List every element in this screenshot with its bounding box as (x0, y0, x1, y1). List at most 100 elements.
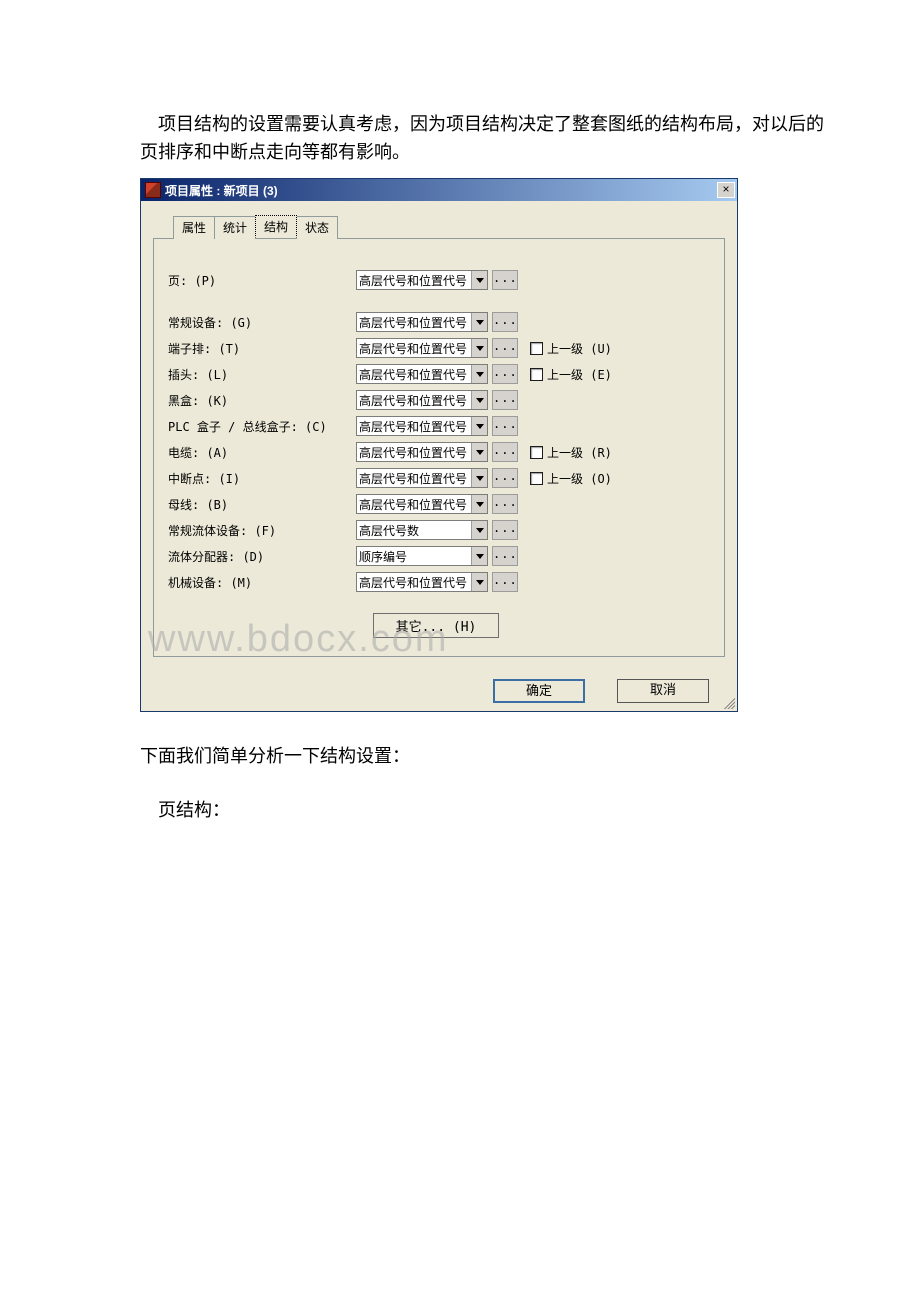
combo-mechanical-value: 高层代号和位置代号 (357, 573, 471, 591)
tab-properties[interactable]: 属性 (173, 216, 215, 239)
app-icon (145, 182, 161, 198)
cancel-button[interactable]: 取消 (617, 679, 709, 703)
resize-grip-icon[interactable] (721, 695, 735, 709)
browse-blackbox[interactable]: ... (492, 390, 518, 410)
label-page: 页: (P) (168, 272, 356, 289)
tab-strip: 属性 统计 结构 状态 (173, 215, 725, 238)
upper-cable-label: 上一级 (R) (547, 444, 612, 461)
dropdown-icon[interactable] (471, 573, 487, 591)
browse-busbar[interactable]: ... (492, 494, 518, 514)
row-general-device: 常规设备: (G) 高层代号和位置代号 ... (168, 309, 704, 335)
dialog-footer: 确定 取消 (141, 665, 737, 711)
combo-plc-box-value: 高层代号和位置代号 (357, 417, 471, 435)
label-busbar: 母线: (B) (168, 496, 356, 513)
browse-interruption[interactable]: ... (492, 468, 518, 488)
tab-status[interactable]: 状态 (296, 216, 338, 239)
combo-interruption-value: 高层代号和位置代号 (357, 469, 471, 487)
combo-fluid-device[interactable]: 高层代号数 (356, 520, 488, 540)
browse-plug[interactable]: ... (492, 364, 518, 384)
project-properties-dialog: 项目属性 : 新项目 (3) × 属性 统计 结构 状态 页: (P) 高层代号… (140, 178, 738, 712)
browse-terminal-strip[interactable]: ... (492, 338, 518, 358)
row-mechanical: 机械设备: (M) 高层代号和位置代号 ... (168, 569, 704, 595)
row-cable: 电缆: (A) 高层代号和位置代号 ... 上一级 (R) (168, 439, 704, 465)
combo-general-device-value: 高层代号和位置代号 (357, 313, 471, 331)
browse-fluid-distributor[interactable]: ... (492, 546, 518, 566)
label-mechanical: 机械设备: (M) (168, 574, 356, 591)
dropdown-icon[interactable] (471, 417, 487, 435)
combo-fluid-distributor-value: 顺序编号 (357, 547, 471, 565)
combo-page[interactable]: 高层代号和位置代号 (356, 270, 488, 290)
upper-interruption-label: 上一级 (O) (547, 470, 612, 487)
browse-general-device[interactable]: ... (492, 312, 518, 332)
dropdown-icon[interactable] (471, 521, 487, 539)
combo-general-device[interactable]: 高层代号和位置代号 (356, 312, 488, 332)
combo-terminal-strip[interactable]: 高层代号和位置代号 (356, 338, 488, 358)
titlebar: 项目属性 : 新项目 (3) × (141, 179, 737, 201)
row-interruption: 中断点: (I) 高层代号和位置代号 ... 上一级 (O) (168, 465, 704, 491)
upper-cable[interactable]: 上一级 (R) (530, 444, 612, 461)
row-terminal-strip: 端子排: (T) 高层代号和位置代号 ... 上一级 (U) (168, 335, 704, 361)
dropdown-icon[interactable] (471, 547, 487, 565)
combo-busbar[interactable]: 高层代号和位置代号 (356, 494, 488, 514)
label-fluid-device: 常规流体设备: (F) (168, 522, 356, 539)
row-blackbox: 黑盒: (K) 高层代号和位置代号 ... (168, 387, 704, 413)
combo-plug-value: 高层代号和位置代号 (357, 365, 471, 383)
browse-plc-box[interactable]: ... (492, 416, 518, 436)
combo-cable-value: 高层代号和位置代号 (357, 443, 471, 461)
label-general-device: 常规设备: (G) (168, 314, 356, 331)
label-interruption: 中断点: (I) (168, 470, 356, 487)
row-page: 页: (P) 高层代号和位置代号 ... (168, 267, 704, 293)
dropdown-icon[interactable] (471, 365, 487, 383)
combo-fluid-distributor[interactable]: 顺序编号 (356, 546, 488, 566)
upper-terminal-strip-label: 上一级 (U) (547, 340, 612, 357)
checkbox-icon[interactable] (530, 368, 543, 381)
row-fluid-device: 常规流体设备: (F) 高层代号数 ... (168, 517, 704, 543)
upper-interruption[interactable]: 上一级 (O) (530, 470, 612, 487)
dropdown-icon[interactable] (471, 443, 487, 461)
checkbox-icon[interactable] (530, 342, 543, 355)
tab-statistics[interactable]: 统计 (214, 216, 256, 239)
upper-terminal-strip[interactable]: 上一级 (U) (530, 340, 612, 357)
combo-page-value: 高层代号和位置代号 (357, 271, 471, 289)
tab-panel-structure: 页: (P) 高层代号和位置代号 ... 常规设备: (G) 高层代号和位置代号… (153, 238, 725, 657)
browse-fluid-device[interactable]: ... (492, 520, 518, 540)
row-plug: 插头: (L) 高层代号和位置代号 ... 上一级 (E) (168, 361, 704, 387)
browse-mechanical[interactable]: ... (492, 572, 518, 592)
label-terminal-strip: 端子排: (T) (168, 340, 356, 357)
dropdown-icon[interactable] (471, 313, 487, 331)
page-structure-paragraph: 页结构： (140, 796, 920, 824)
combo-plug[interactable]: 高层代号和位置代号 (356, 364, 488, 384)
checkbox-icon[interactable] (530, 446, 543, 459)
combo-busbar-value: 高层代号和位置代号 (357, 495, 471, 513)
combo-terminal-strip-value: 高层代号和位置代号 (357, 339, 471, 357)
dropdown-icon[interactable] (471, 271, 487, 289)
ok-button[interactable]: 确定 (493, 679, 585, 703)
dropdown-icon[interactable] (471, 339, 487, 357)
combo-blackbox-value: 高层代号和位置代号 (357, 391, 471, 409)
close-button[interactable]: × (717, 182, 735, 198)
dialog-title: 项目属性 : 新项目 (3) (165, 182, 717, 199)
tab-structure[interactable]: 结构 (255, 215, 297, 238)
analysis-paragraph: 下面我们简单分析一下结构设置： (140, 742, 920, 770)
checkbox-icon[interactable] (530, 472, 543, 485)
other-button[interactable]: 其它... (H) (373, 613, 500, 638)
upper-plug-label: 上一级 (E) (547, 366, 612, 383)
intro-paragraph: 项目结构的设置需要认真考虑，因为项目结构决定了整套图纸的结构布局，对以后的页排序… (140, 110, 832, 166)
label-plc-box: PLC 盒子 / 总线盒子: (C) (168, 418, 356, 435)
combo-fluid-device-value: 高层代号数 (357, 521, 471, 539)
combo-interruption[interactable]: 高层代号和位置代号 (356, 468, 488, 488)
combo-cable[interactable]: 高层代号和位置代号 (356, 442, 488, 462)
combo-plc-box[interactable]: 高层代号和位置代号 (356, 416, 488, 436)
dropdown-icon[interactable] (471, 469, 487, 487)
dialog-body: 属性 统计 结构 状态 页: (P) 高层代号和位置代号 ... 常规设 (141, 201, 737, 665)
dropdown-icon[interactable] (471, 391, 487, 409)
browse-page[interactable]: ... (492, 270, 518, 290)
browse-cable[interactable]: ... (492, 442, 518, 462)
row-busbar: 母线: (B) 高层代号和位置代号 ... (168, 491, 704, 517)
dropdown-icon[interactable] (471, 495, 487, 513)
upper-plug[interactable]: 上一级 (E) (530, 366, 612, 383)
label-cable: 电缆: (A) (168, 444, 356, 461)
combo-blackbox[interactable]: 高层代号和位置代号 (356, 390, 488, 410)
combo-mechanical[interactable]: 高层代号和位置代号 (356, 572, 488, 592)
label-fluid-distributor: 流体分配器: (D) (168, 548, 356, 565)
